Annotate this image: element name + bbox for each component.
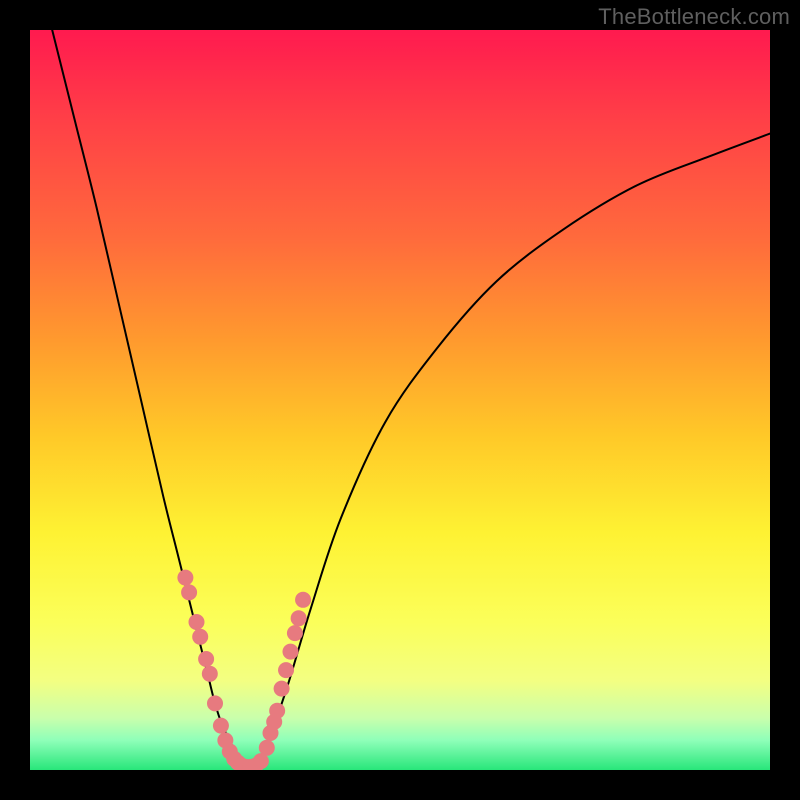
marker-point bbox=[198, 651, 214, 667]
marker-point bbox=[259, 740, 275, 756]
marker-point bbox=[287, 625, 303, 641]
marker-point bbox=[295, 592, 311, 608]
marker-point bbox=[202, 666, 218, 682]
chart-frame: TheBottleneck.com bbox=[0, 0, 800, 800]
marker-point bbox=[282, 644, 298, 660]
marker-point bbox=[177, 570, 193, 586]
marker-point bbox=[189, 614, 205, 630]
marker-point bbox=[207, 695, 223, 711]
marker-point bbox=[274, 681, 290, 697]
bottleneck-v-curve bbox=[52, 30, 770, 770]
marker-point bbox=[213, 718, 229, 734]
v-curve-path bbox=[52, 30, 770, 770]
marker-cluster bbox=[177, 570, 311, 770]
marker-point bbox=[181, 584, 197, 600]
plot-background-gradient bbox=[30, 30, 770, 770]
marker-point bbox=[269, 703, 285, 719]
marker-point bbox=[192, 629, 208, 645]
curve-layer bbox=[30, 30, 770, 770]
marker-point bbox=[278, 662, 294, 678]
marker-point bbox=[291, 610, 307, 626]
watermark-text: TheBottleneck.com bbox=[598, 4, 790, 30]
